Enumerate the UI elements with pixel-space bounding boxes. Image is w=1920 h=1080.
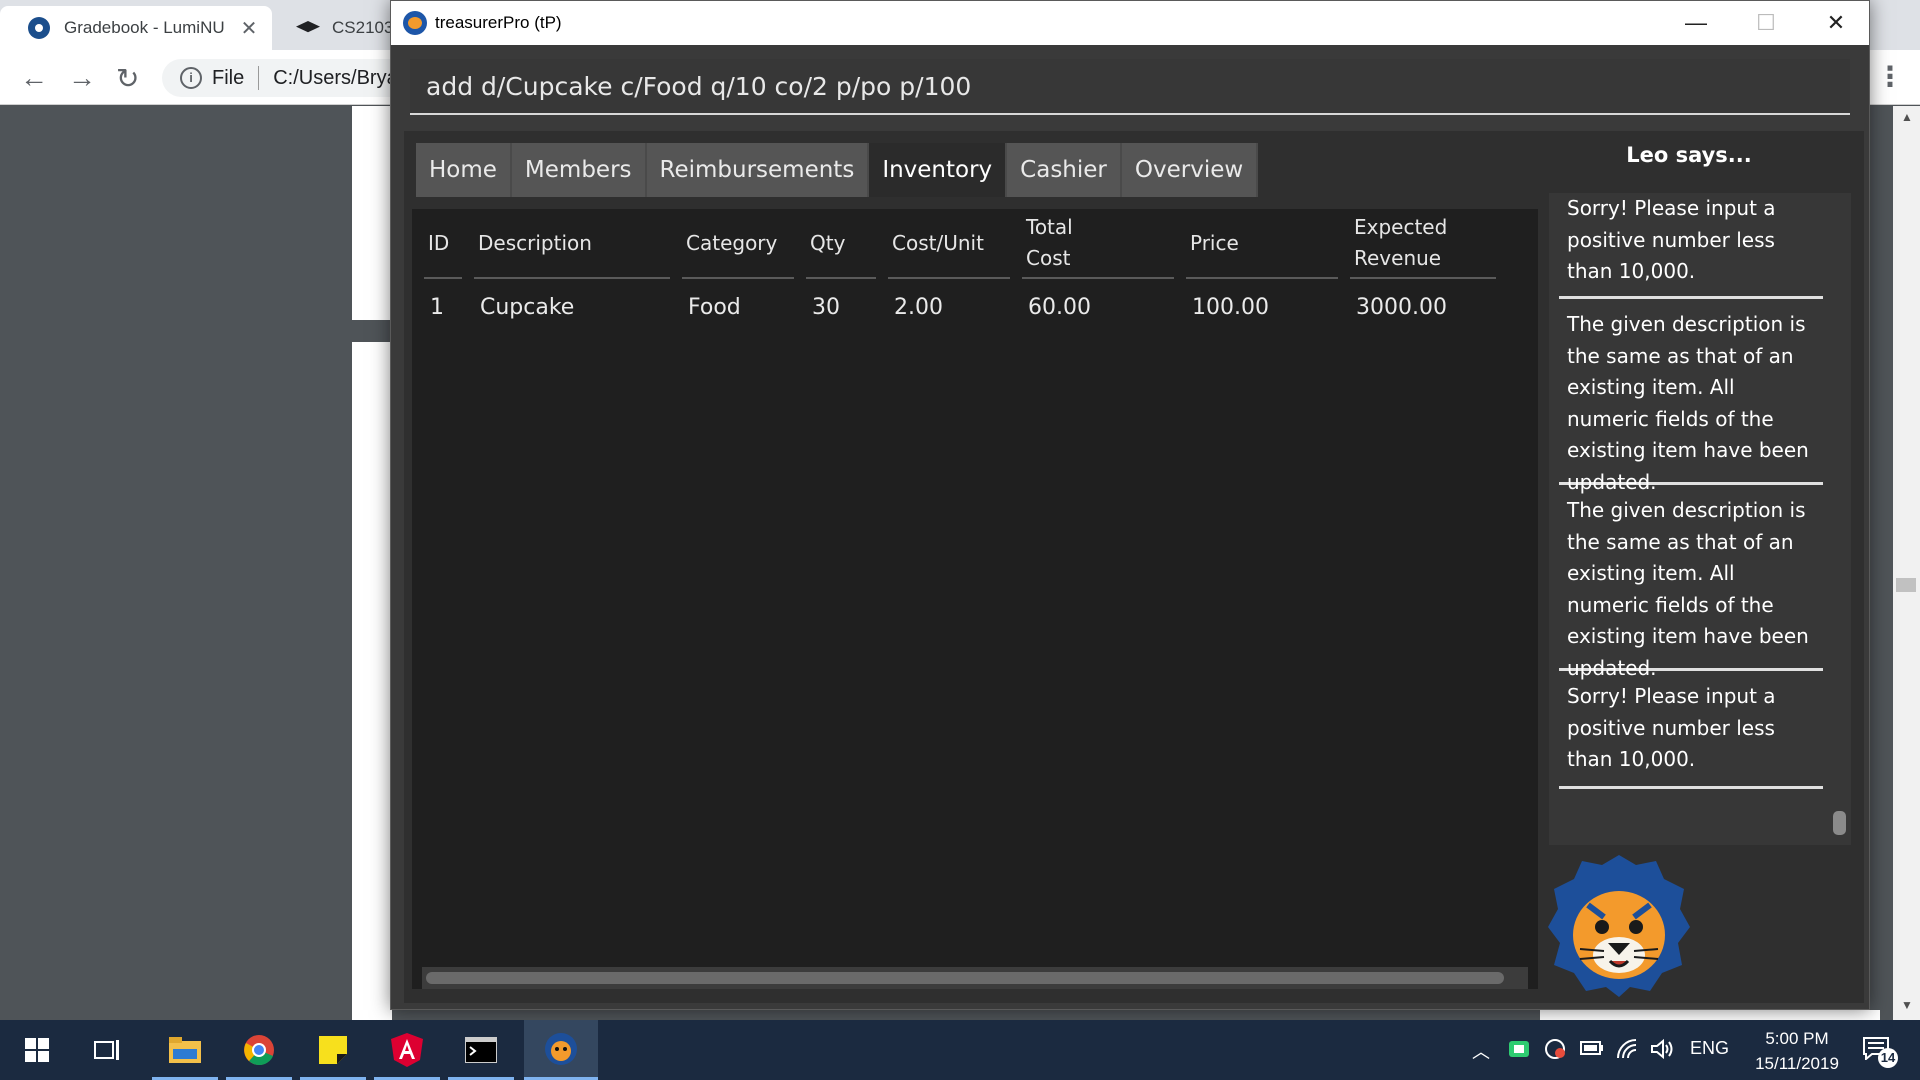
- tab-cashier[interactable]: Cashier: [1007, 143, 1122, 197]
- header-total-cost[interactable]: Total Cost: [1022, 209, 1174, 279]
- leo-message: The given description is the same as tha…: [1559, 309, 1823, 494]
- document-page: [1540, 1010, 1880, 1020]
- leo-message-list[interactable]: Sorry! Please input a positive number le…: [1549, 193, 1851, 845]
- luminus-icon: [28, 17, 50, 39]
- close-tab-icon[interactable]: ✕: [241, 16, 258, 41]
- info-icon[interactable]: i: [180, 67, 202, 89]
- cell-cost-unit: 2.00: [894, 294, 943, 320]
- scrollbar-thumb[interactable]: [1833, 811, 1846, 835]
- volume-icon[interactable]: [1650, 1038, 1674, 1060]
- back-arrow-icon[interactable]: ←: [20, 62, 48, 94]
- windows-taskbar: ︿ ENG 5:00 PM 15/11/2019 14: [0, 1020, 1920, 1080]
- leo-message: Sorry! Please input a positive number le…: [1559, 681, 1823, 789]
- header-qty[interactable]: Qty: [806, 209, 876, 279]
- clock[interactable]: 5:00 PM 15/11/2019: [1742, 1026, 1852, 1076]
- taskbar-command-prompt[interactable]: [444, 1020, 518, 1080]
- cell-category: Food: [688, 294, 741, 320]
- graduation-cap-icon: [296, 21, 320, 33]
- reload-icon[interactable]: ↻: [116, 62, 139, 95]
- task-view-button[interactable]: [70, 1020, 144, 1080]
- leo-message: The given description is the same as tha…: [1559, 495, 1823, 680]
- browser-tab-title: CS2103: [332, 18, 394, 37]
- tab-bar: Home Members Reimbursements Inventory Ca…: [416, 143, 1259, 197]
- cell-qty: 30: [812, 294, 840, 320]
- language-indicator[interactable]: ENG: [1690, 1038, 1729, 1059]
- task-view-icon: [94, 1040, 119, 1060]
- windows-logo-icon: [25, 1038, 49, 1062]
- close-window-button[interactable]: ✕: [1801, 1, 1871, 45]
- title-bar[interactable]: treasurerPro (tP) — ☐ ✕: [391, 1, 1869, 45]
- show-hidden-icons[interactable]: ︿: [1472, 1038, 1490, 1064]
- scrollbar-thumb[interactable]: [426, 972, 1504, 984]
- command-input[interactable]: [410, 59, 1850, 113]
- browser-tab-gradebook[interactable]: Gradebook - LumiNU ✕: [0, 6, 272, 50]
- browser-scrollbar[interactable]: ▲ ▼: [1893, 106, 1920, 1020]
- action-center-button[interactable]: 14: [1862, 1036, 1898, 1068]
- address-scheme: File: [212, 66, 245, 89]
- terminal-icon: [465, 1037, 497, 1063]
- window-title: treasurerPro (tP): [435, 13, 562, 32]
- cell-id: 1: [430, 294, 444, 320]
- cell-description: Cupcake: [480, 294, 575, 320]
- lion-app-icon: [403, 11, 427, 35]
- leo-message: Sorry! Please input a positive number le…: [1559, 193, 1823, 299]
- tab-reimbursements[interactable]: Reimbursements: [646, 143, 870, 197]
- treasurerpro-window: treasurerPro (tP) — ☐ ✕ Home Members Rei…: [390, 0, 1870, 1010]
- scrollbar-thumb[interactable]: [1896, 578, 1916, 592]
- wifi-icon[interactable]: [1616, 1038, 1640, 1060]
- document-page: [352, 106, 392, 320]
- inventory-table-panel: ID Description Category Qty Cost/Unit To…: [412, 209, 1538, 989]
- minimize-button[interactable]: —: [1661, 1, 1731, 45]
- scroll-down-icon[interactable]: ▼: [1901, 998, 1913, 1012]
- security-tray-icon[interactable]: [1544, 1038, 1566, 1060]
- main-panel: Home Members Reimbursements Inventory Ca…: [404, 131, 1864, 1003]
- battery-icon[interactable]: [1580, 1040, 1604, 1056]
- table-horizontal-scrollbar[interactable]: [422, 967, 1528, 989]
- tab-home[interactable]: Home: [416, 143, 512, 197]
- cell-total-cost: 60.00: [1028, 294, 1091, 320]
- clock-time: 5:00 PM: [1765, 1029, 1829, 1048]
- header-cost-unit[interactable]: Cost/Unit: [888, 209, 1010, 279]
- taskbar-file-explorer[interactable]: [148, 1020, 222, 1080]
- address-text: C:/Users/Brya: [273, 66, 398, 89]
- folder-icon: [169, 1037, 201, 1063]
- start-button[interactable]: [0, 1020, 74, 1080]
- taskbar-angular[interactable]: [370, 1020, 444, 1080]
- chrome-icon: [244, 1035, 274, 1066]
- browser-menu-icon[interactable]: ⋮: [1876, 60, 1904, 93]
- table-row[interactable]: 1 Cupcake Food 30 2.00 60.00 100.00 3000…: [424, 279, 1496, 335]
- tab-inventory[interactable]: Inventory: [869, 143, 1008, 197]
- tab-overview[interactable]: Overview: [1121, 143, 1259, 197]
- command-box: [410, 59, 1850, 115]
- sticky-notes-icon: [319, 1036, 347, 1064]
- taskbar-sticky-notes[interactable]: [296, 1020, 370, 1080]
- clock-date: 15/11/2019: [1755, 1054, 1839, 1073]
- lion-app-icon: [545, 1032, 577, 1065]
- address-separator: [258, 66, 260, 90]
- lion-mascot-icon: [1548, 855, 1690, 997]
- cell-expected-revenue: 3000.00: [1356, 294, 1447, 320]
- header-expected-revenue[interactable]: Expected Revenue: [1350, 209, 1496, 279]
- angular-icon: [391, 1033, 423, 1067]
- taskbar-chrome[interactable]: [222, 1020, 296, 1080]
- header-description[interactable]: Description: [474, 209, 670, 279]
- document-page: [352, 342, 392, 1020]
- app-tray-icon[interactable]: [1508, 1038, 1530, 1060]
- cell-price: 100.00: [1192, 294, 1269, 320]
- tab-members[interactable]: Members: [511, 143, 647, 197]
- browser-tab-title: Gradebook - LumiNU: [64, 18, 225, 37]
- maximize-button[interactable]: ☐: [1731, 1, 1801, 45]
- scroll-up-icon[interactable]: ▲: [1901, 110, 1913, 124]
- header-id[interactable]: ID: [424, 209, 462, 279]
- header-category[interactable]: Category: [682, 209, 794, 279]
- inventory-table: ID Description Category Qty Cost/Unit To…: [412, 209, 1508, 335]
- header-price[interactable]: Price: [1186, 209, 1338, 279]
- table-header-row: ID Description Category Qty Cost/Unit To…: [424, 209, 1496, 279]
- forward-arrow-icon[interactable]: →: [68, 62, 96, 94]
- browser-tab-cs2103[interactable]: CS2103: [276, 6, 396, 50]
- leo-says-title: Leo says...: [1626, 143, 1752, 167]
- taskbar-treasurerpro[interactable]: [524, 1020, 598, 1080]
- notification-count-badge: 14: [1878, 1048, 1898, 1068]
